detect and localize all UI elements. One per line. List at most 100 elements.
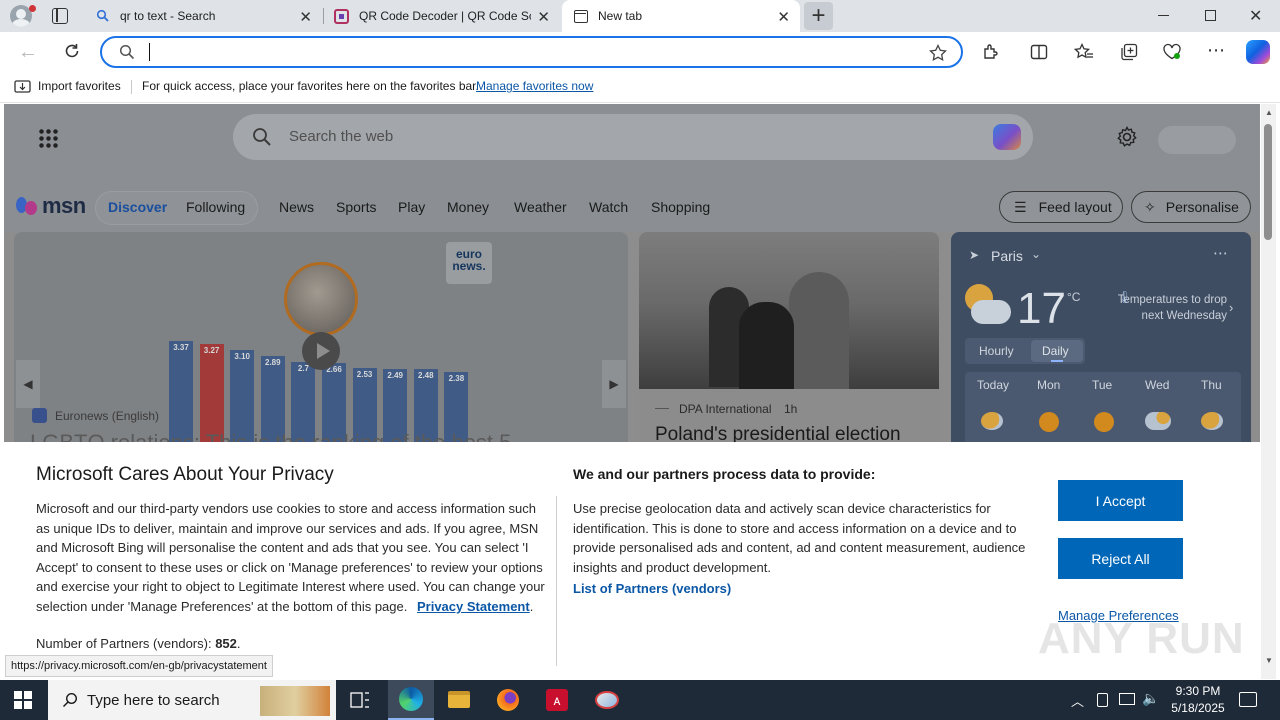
tab-hourly[interactable]: Hourly — [979, 344, 1014, 358]
taskbar-time[interactable]: 9:30 PM — [1166, 684, 1230, 698]
network-icon[interactable] — [1119, 693, 1135, 705]
restore-button[interactable] — [1205, 10, 1216, 21]
msn-new-tab-page: Search the web msn Discover Following Ne… — [4, 104, 1260, 679]
tab-qr-decoder[interactable]: QR Code Decoder | QR Code Scanner ✕ — [324, 0, 560, 32]
address-input[interactable] — [146, 42, 906, 62]
nav-news[interactable]: News — [279, 199, 314, 215]
windows-taskbar: Type here to search ᴀ ︿ 🔈 9:30 PM 5/18/2… — [0, 680, 1280, 720]
forecast-day-wed: Wed — [1145, 378, 1170, 392]
page-scrollbar[interactable]: ▲ ▼ — [1261, 104, 1276, 679]
nav-shopping[interactable]: Shopping — [651, 199, 710, 215]
taskbar-app[interactable] — [585, 680, 629, 720]
tab-daily[interactable]: Daily — [1042, 344, 1069, 358]
back-button[interactable]: ← — [18, 41, 38, 64]
show-hidden-icons[interactable]: ︿ — [1071, 691, 1084, 710]
favorites-icon[interactable] — [1074, 43, 1094, 61]
nav-watch[interactable]: Watch — [589, 199, 628, 215]
notifications-icon[interactable] — [1239, 692, 1257, 707]
weather-city[interactable]: Paris — [991, 248, 1023, 264]
close-tab-icon[interactable]: ✕ — [777, 8, 790, 26]
reject-all-button[interactable]: Reject All — [1058, 538, 1183, 579]
minimize-button[interactable] — [1158, 15, 1169, 16]
browser-essentials-icon[interactable] — [1162, 43, 1182, 61]
taskbar-search-placeholder: Type here to search — [87, 692, 220, 709]
accept-button[interactable]: I Accept — [1058, 480, 1183, 521]
task-view-icon[interactable] — [350, 691, 370, 709]
nav-sports[interactable]: Sports — [336, 199, 376, 215]
chart-bar-label: 2.38 — [448, 374, 465, 384]
forecast-today-icon — [981, 412, 1003, 430]
more-options-icon[interactable]: ⋯ — [1207, 40, 1226, 61]
personalise-button[interactable]: ✧ Personalise — [1131, 191, 1251, 223]
qr-icon — [334, 8, 349, 24]
refresh-icon[interactable] — [63, 42, 81, 60]
close-window-button[interactable]: ✕ — [1249, 6, 1262, 26]
address-bar[interactable] — [100, 36, 963, 68]
close-tab-icon[interactable]: ✕ — [537, 8, 550, 26]
nav-following[interactable]: Following — [186, 199, 245, 215]
nav-weather[interactable]: Weather — [514, 199, 567, 215]
new-tab-button[interactable]: + — [804, 2, 833, 30]
euronews-logo: euro news. — [446, 242, 492, 284]
nav-play[interactable]: Play — [398, 199, 425, 215]
copilot-search-icon[interactable] — [993, 124, 1021, 150]
tab-new-tab[interactable]: New tab ✕ — [562, 0, 800, 32]
location-arrow-icon: ➤ — [969, 248, 980, 262]
tab-search[interactable]: qr to text - Search ✕ — [86, 0, 322, 32]
taskbar-file-explorer[interactable] — [438, 680, 480, 720]
web-search-placeholder: Search the web — [289, 128, 394, 145]
extensions-icon[interactable] — [982, 43, 1000, 61]
partly-cloudy-icon — [965, 284, 1013, 328]
msn-logo[interactable]: msn — [16, 193, 86, 219]
weather-card[interactable]: ➤ Paris ⌄ ⋯ 17 °C 🌡 Temperatures to drop… — [951, 232, 1251, 446]
favorite-star-icon[interactable] — [929, 44, 947, 62]
taskbar-search-box[interactable]: Type here to search — [48, 680, 336, 720]
privacy-statement-link[interactable]: Privacy Statement — [417, 599, 530, 614]
weather-view-toggle: Hourly Daily — [965, 338, 1085, 364]
collections-icon[interactable] — [1120, 43, 1138, 61]
settings-gear-icon[interactable] — [1116, 126, 1138, 148]
close-tab-icon[interactable]: ✕ — [299, 8, 312, 26]
favorites-hint: For quick access, place your favorites h… — [142, 79, 479, 93]
feed-layout-button[interactable]: ☰ Feed layout — [999, 191, 1123, 223]
weather-more-icon[interactable]: ⋯ — [1213, 244, 1228, 262]
privacy-consent-banner: Microsoft Cares About Your Privacy Micro… — [4, 442, 1260, 679]
play-button[interactable] — [302, 332, 340, 370]
weather-next-icon[interactable]: › — [1229, 300, 1233, 315]
copilot-icon[interactable] — [1246, 40, 1270, 64]
partners-count: 852 — [215, 636, 237, 651]
web-search-box[interactable]: Search the web — [233, 114, 1033, 160]
article-card[interactable]: DPA International 1h Poland's presidenti… — [639, 232, 939, 446]
apps-launcher-icon[interactable] — [38, 128, 58, 148]
carousel-prev-button[interactable]: ◀ — [16, 360, 40, 408]
tab-actions-icon[interactable] — [52, 8, 68, 24]
scrollbar-thumb[interactable] — [1264, 124, 1272, 240]
msn-logo-text: msn — [42, 193, 86, 218]
import-favorites-icon — [14, 80, 31, 93]
tab-strip: qr to text - Search ✕ QR Code Decoder | … — [0, 0, 1280, 32]
hero-source: Euronews (English) — [55, 409, 160, 423]
consent-body-text: Microsoft and our third-party vendors us… — [36, 501, 545, 614]
forecast-day-mon: Mon — [1037, 378, 1061, 392]
device-icon[interactable] — [1097, 693, 1108, 707]
msn-nav-row: msn Discover Following News Sports Play … — [4, 182, 1260, 232]
hero-card[interactable]: euro news. 3.37 3.27 3.10 2.89 2.7 2.66 2.53 2.… — [14, 232, 628, 446]
nav-discover[interactable]: Discover — [108, 199, 167, 215]
taskbar-date[interactable]: 5/18/2025 — [1166, 701, 1230, 715]
sign-in-button[interactable] — [1158, 126, 1236, 154]
start-button[interactable] — [14, 691, 32, 709]
taskbar-edge[interactable] — [388, 680, 434, 720]
carousel-next-button[interactable]: ▶ — [602, 360, 626, 408]
taskbar-acrobat[interactable]: ᴀ — [536, 680, 578, 720]
weather-note: Temperatures to drop next Wednesday — [1117, 294, 1227, 322]
nav-money[interactable]: Money — [447, 199, 489, 215]
taskbar-firefox[interactable] — [487, 680, 529, 720]
list-of-partners-link[interactable]: List of Partners (vendors) — [573, 581, 731, 596]
split-screen-icon[interactable] — [1030, 43, 1048, 61]
consent-right-title: We and our partners process data to prov… — [573, 466, 876, 482]
manage-favorites-link[interactable]: Manage favorites now — [476, 79, 593, 93]
search-highlight-icon — [260, 686, 330, 716]
forecast-row: Today Mon Tue Wed Thu — [965, 372, 1241, 446]
import-favorites-button[interactable]: Import favorites — [38, 79, 121, 93]
volume-icon[interactable]: 🔈 — [1142, 690, 1159, 707]
